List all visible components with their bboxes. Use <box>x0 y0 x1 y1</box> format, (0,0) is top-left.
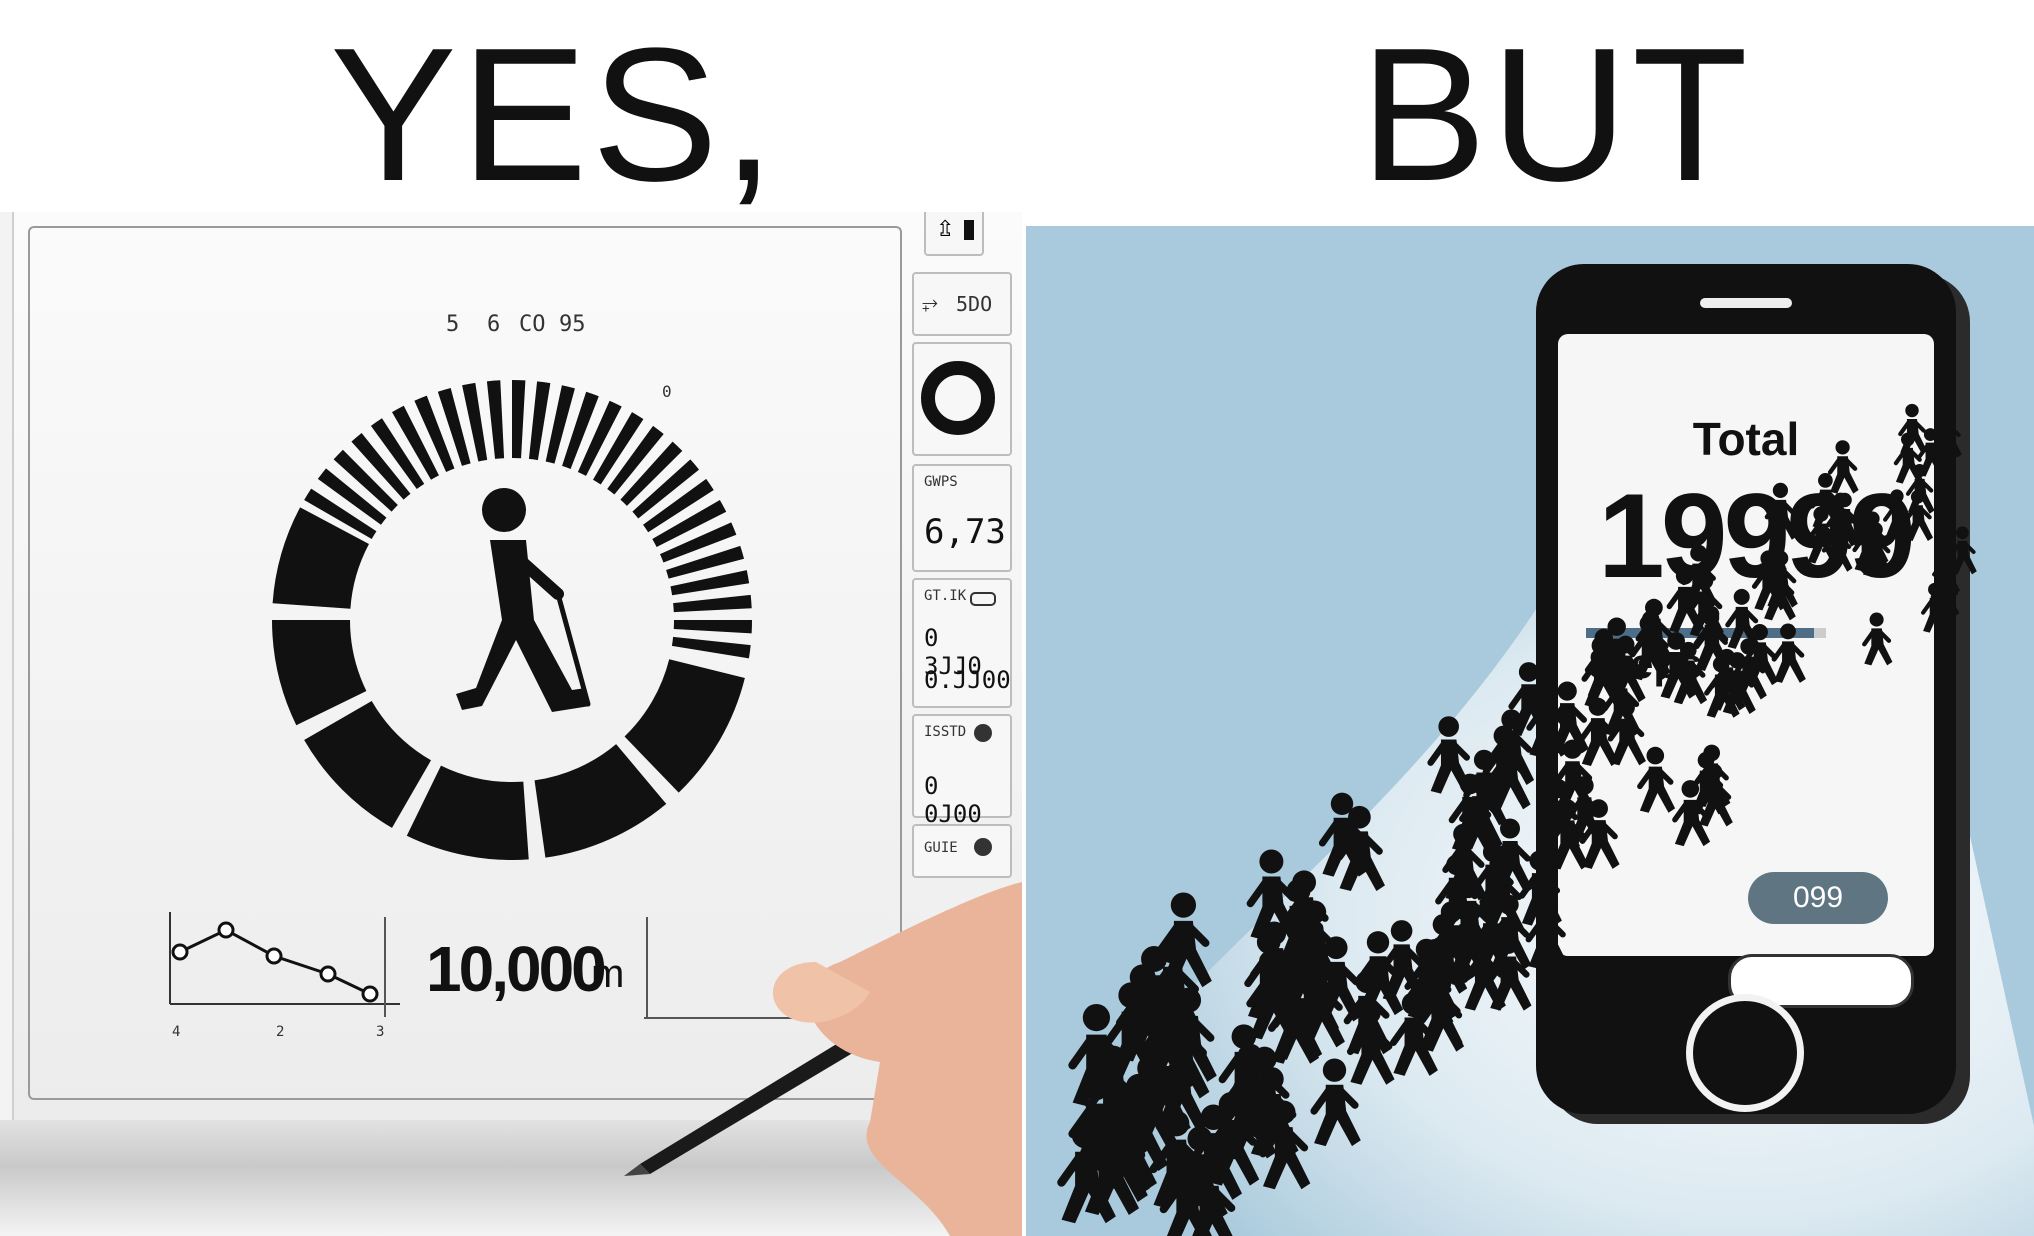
chart-point <box>361 985 379 1003</box>
mini-line-chart <box>169 912 400 1005</box>
walker-figure <box>1314 1058 1361 1146</box>
gauge-tick: 95 <box>559 312 586 337</box>
shoe-icon: ⥅ <box>922 290 938 314</box>
gauge-tick: 5 <box>446 312 460 337</box>
battery-icon <box>964 220 974 240</box>
distance-card-label: ISSTD <box>924 724 967 740</box>
walker-figure <box>1864 613 1892 666</box>
right-panel: Total 19999 Steps 099 <box>1026 226 2034 1236</box>
steps-card-label: GWPS <box>924 474 958 490</box>
gauge-segment <box>272 620 367 726</box>
top-card[interactable]: ⥅ 5DO <box>912 272 1012 336</box>
walker-figure <box>1358 931 1403 1015</box>
gauge-segment <box>624 659 745 793</box>
walker-figure <box>1774 624 1806 683</box>
gauge-segment <box>406 765 529 860</box>
chart-x-label: 3 <box>376 1024 385 1040</box>
but-heading: BUT <box>1360 9 1752 221</box>
distance-card[interactable]: ISSTD 0 0J00 <box>912 714 1012 828</box>
other-card-label: GT.IK <box>924 588 967 604</box>
walker-figure <box>1936 409 1962 458</box>
dot-icon <box>974 724 992 742</box>
toggle-icon[interactable] <box>970 592 996 606</box>
walker-figure <box>1830 440 1858 493</box>
top-card-label: 5DO <box>956 292 993 316</box>
distance-value: 10,000 <box>426 933 607 1005</box>
gauge-segment <box>534 744 667 858</box>
walker-figure <box>1900 404 1927 454</box>
gauge-segment <box>673 620 752 634</box>
walker-figure <box>1640 747 1675 813</box>
steps-card-value: 6,73 <box>924 512 1006 552</box>
gauge-tick: 6 <box>487 312 501 337</box>
chart-point <box>217 921 235 939</box>
chart-x-label: 4 <box>172 1024 181 1040</box>
gauge-tick: CO <box>519 312 546 337</box>
walking-crowd <box>1026 226 2034 1236</box>
left-panel: 5 6 CO 95 0 4 2 3 10,000 m ⇫ ⥅ 5DO GWPS … <box>0 212 1022 1236</box>
chart-x-label: 2 <box>276 1024 285 1040</box>
chart-point <box>319 965 337 983</box>
chart-point <box>265 947 283 965</box>
other-card-value: 0.JJ00 <box>924 666 1011 694</box>
hand-with-stylus <box>624 882 1022 1236</box>
arrow-up-icon[interactable]: ⇫ <box>936 216 954 242</box>
toolbar-card[interactable]: ⇫ <box>924 212 984 256</box>
gauge-segment <box>512 380 526 459</box>
gauge-segment <box>486 380 505 459</box>
ring-card[interactable] <box>912 342 1012 456</box>
other-card[interactable]: GT.IK 0 3JJ0 0.JJ00 <box>912 578 1012 708</box>
walker-icon <box>456 488 591 712</box>
distance-card-value: 0 0J00 <box>924 772 982 828</box>
gauge-segment <box>671 636 751 659</box>
ring-icon <box>921 361 995 435</box>
gauge-segment <box>304 701 431 828</box>
gauge-segment <box>673 594 752 613</box>
chart-point <box>171 943 189 961</box>
gauge-segment <box>528 381 551 461</box>
yes-heading: YES, <box>330 9 779 221</box>
walker-figure <box>1767 483 1797 540</box>
step-gauge <box>272 380 752 860</box>
steps-card[interactable]: GWPS 6,73 <box>912 464 1012 572</box>
walker-figure <box>1951 526 1977 574</box>
